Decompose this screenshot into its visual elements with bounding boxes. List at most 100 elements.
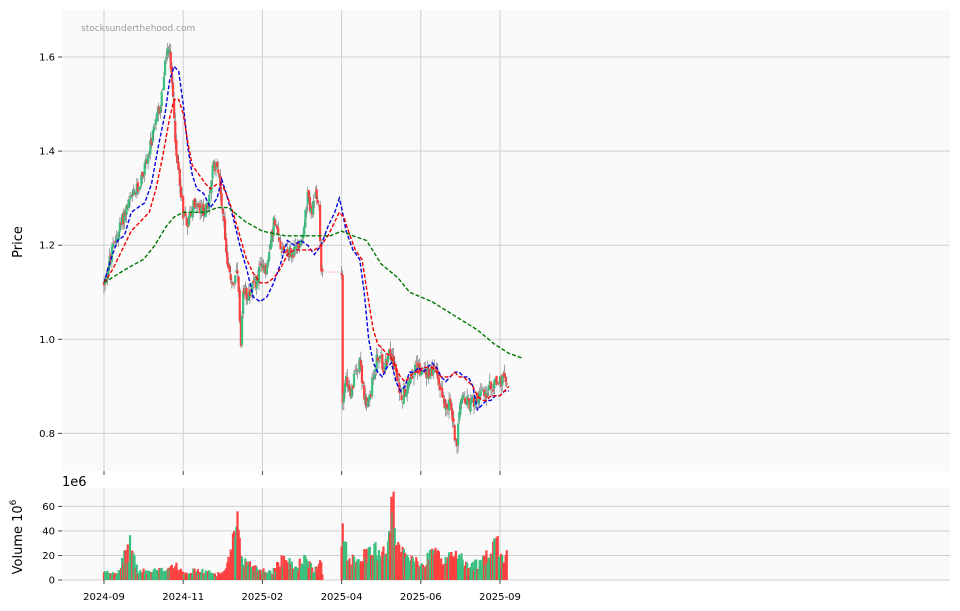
- volume-y-tick-labels: 0 20 40 60: [42, 502, 62, 587]
- price-y-tick-label: 1.2: [39, 241, 55, 252]
- candle-body: [377, 360, 381, 362]
- stock-chart: 0.8 1.0 1.2 1.4 1.6 Price stocksunderthehood…: [9, 10, 950, 603]
- candle-body: [298, 246, 301, 248]
- candle-body: [504, 376, 507, 383]
- candle-body: [348, 384, 351, 390]
- candle-body: [104, 283, 107, 285]
- x-tick-label: 2025-02: [241, 592, 283, 603]
- candle-body: [381, 354, 384, 369]
- candle-body: [503, 372, 506, 377]
- candle-body: [278, 237, 281, 241]
- candle-body: [350, 387, 353, 398]
- candle-body: [313, 200, 316, 202]
- candle-body: [342, 393, 345, 403]
- candle-body: [165, 57, 168, 60]
- candle-body: [487, 385, 490, 391]
- candle-body: [237, 276, 240, 293]
- candle-body: [400, 395, 403, 400]
- watermark: stocksunderthehood.com: [81, 24, 195, 34]
- candle-body: [139, 186, 142, 190]
- price-y-tick-label: 1.6: [39, 53, 55, 64]
- candle-body: [341, 274, 344, 403]
- candle-body: [343, 382, 347, 393]
- candle-body: [265, 266, 269, 275]
- candle-body: [373, 374, 376, 379]
- candle-body: [204, 204, 207, 218]
- volume-y-tick-label: 0: [49, 576, 55, 587]
- candle-body: [162, 76, 166, 91]
- candle-body: [279, 240, 282, 250]
- candle-body: [143, 162, 146, 176]
- volume-bar: [505, 550, 508, 580]
- candle-body: [202, 204, 205, 217]
- candle-body: [111, 243, 115, 247]
- volume-axis-label-text: Volume 10: [11, 505, 26, 574]
- candle-body: [321, 269, 324, 272]
- candle-body: [361, 381, 365, 384]
- x-tick-label: 2024-11: [162, 592, 204, 603]
- candle-body: [459, 402, 462, 415]
- candle-body: [352, 373, 356, 387]
- candle-body: [117, 231, 120, 241]
- candle-body: [156, 112, 159, 122]
- candle-body: [216, 161, 219, 168]
- candle-body: [445, 403, 448, 409]
- candle-body: [410, 376, 413, 379]
- candle-body: [366, 401, 369, 407]
- candle-body: [492, 389, 495, 392]
- candle-body: [127, 199, 130, 208]
- candle-body: [415, 361, 418, 363]
- candle-body: [147, 155, 150, 164]
- price-y-tick-label: 1.0: [39, 335, 55, 346]
- candle-body: [427, 369, 430, 378]
- candle-body: [454, 439, 457, 441]
- candle-body: [359, 359, 362, 367]
- price-y-tick-label: 1.4: [39, 147, 55, 158]
- candle-body: [236, 270, 239, 274]
- volume-axis-label: Volume 106: [9, 499, 26, 574]
- volume-offset-text: 1e6: [62, 475, 87, 490]
- candle-body: [160, 91, 163, 107]
- candle-body: [495, 375, 498, 385]
- candle-body: [176, 155, 179, 163]
- candle-body: [389, 348, 392, 355]
- candle-body: [433, 365, 436, 367]
- candle-body: [371, 377, 374, 397]
- candle-body: [442, 395, 445, 398]
- candle-body: [230, 281, 233, 284]
- candle-body: [218, 173, 221, 176]
- volume-y-tick-label: 20: [42, 551, 55, 562]
- candle-body: [240, 316, 244, 345]
- candle-body: [231, 283, 235, 285]
- volume-y-tick-label: 60: [42, 502, 55, 513]
- candle-body: [462, 395, 465, 397]
- candle-body: [242, 291, 245, 315]
- candle-body: [386, 355, 390, 363]
- candle-body: [412, 377, 416, 379]
- candle-body: [171, 82, 175, 97]
- candle-body: [286, 249, 289, 253]
- candle-body: [178, 169, 181, 186]
- candle-body: [280, 251, 283, 253]
- candle-body: [159, 107, 162, 112]
- candle-body: [252, 280, 255, 283]
- x-tick-label: 2025-04: [321, 592, 363, 603]
- candle-body: [466, 396, 469, 406]
- candle-body: [489, 381, 493, 390]
- candle-body: [461, 395, 464, 400]
- candle-body: [354, 370, 357, 372]
- candle-body: [234, 275, 237, 283]
- candle-body: [428, 376, 431, 379]
- candle-body: [378, 355, 382, 359]
- candle-body: [133, 191, 136, 193]
- candle-body: [303, 226, 306, 237]
- volume-axis-label-exponent: 6: [9, 499, 19, 505]
- candle-body: [411, 375, 414, 377]
- price-y-tick-labels: 0.8 1.0 1.2 1.4 1.6: [39, 53, 62, 440]
- candle-body: [225, 237, 228, 253]
- candle-body: [166, 48, 169, 56]
- candle-body: [238, 289, 241, 322]
- candle-body: [380, 351, 383, 353]
- candle-body: [260, 263, 263, 265]
- candle-body: [452, 418, 455, 423]
